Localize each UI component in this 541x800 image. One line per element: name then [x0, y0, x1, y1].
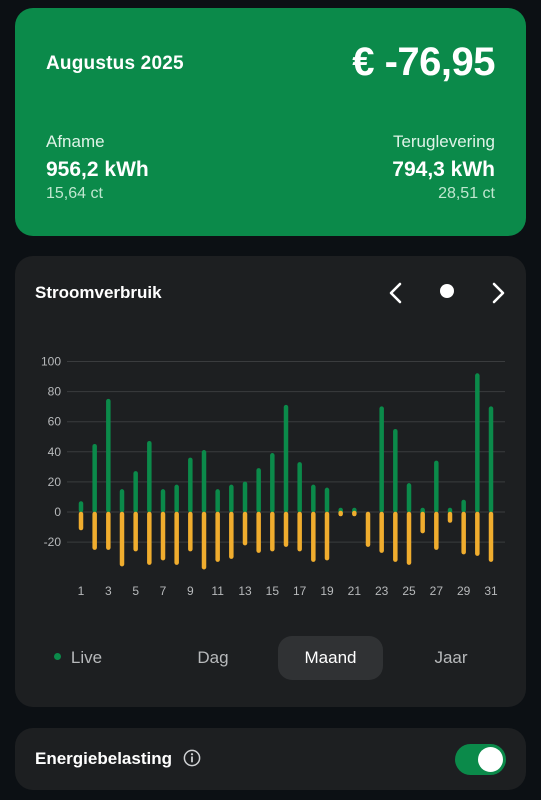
x-tick-label: 29 — [457, 584, 471, 598]
month-title: Augustus 2025 — [46, 53, 184, 74]
afname-price: 15,64 ct — [46, 185, 103, 202]
tab-jaar[interactable]: Jaar — [393, 636, 509, 680]
y-tick-label: 20 — [48, 475, 62, 489]
x-tick-label: 15 — [266, 584, 280, 598]
tab-live[interactable]: Live — [23, 636, 133, 680]
x-tick-label: 19 — [320, 584, 334, 598]
y-tick-label: -20 — [44, 535, 62, 549]
period-selector: Live Dag Maand Jaar — [15, 636, 526, 680]
tab-maand[interactable]: Maand — [278, 636, 383, 680]
y-tick-label: 40 — [48, 445, 62, 459]
y-tick-label: 100 — [41, 355, 61, 369]
x-tick-label: 27 — [430, 584, 444, 598]
teruglevering-label: Teruglevering — [392, 132, 495, 151]
x-tick-label: 9 — [187, 584, 194, 598]
x-tick-label: 17 — [293, 584, 307, 598]
energiebelasting-card: Energiebelasting — [15, 728, 526, 790]
toggle-knob — [478, 747, 503, 772]
afname-label: Afname — [46, 132, 105, 151]
y-tick-label: 0 — [54, 505, 61, 519]
x-tick-label: 31 — [484, 584, 498, 598]
tab-live-label: Live — [70, 648, 103, 667]
total-amount: € -76,95 — [352, 40, 495, 84]
x-tick-label: 13 — [238, 584, 252, 598]
live-indicator-dot — [53, 653, 61, 661]
stroomverbruik-card: Stroomverbruik 100 80 60 40 20 0 -20 1 3 5 7 9 11 13 1… — [15, 256, 526, 707]
teruglevering-value: 794,3 kWh — [392, 158, 495, 181]
teruglevering-price: 28,51 ct — [438, 185, 495, 202]
tab-maand-label: Maand — [304, 648, 357, 667]
tab-dag[interactable]: Dag — [155, 636, 271, 680]
month-summary-card: Augustus 2025 € -76,95 Afname 956,2 kWh … — [15, 8, 526, 236]
x-tick-label: 11 — [211, 584, 224, 598]
afname-value: 956,2 kWh — [46, 158, 149, 181]
x-tick-label: 25 — [402, 584, 416, 598]
y-tick-label: 80 — [48, 385, 62, 399]
x-tick-label: 23 — [375, 584, 389, 598]
tab-dag-label: Dag — [197, 648, 229, 667]
energiebelasting-label: Energiebelasting — [35, 749, 172, 768]
x-tick-label: 7 — [160, 584, 167, 598]
tab-jaar-label: Jaar — [434, 648, 468, 667]
energiebelasting-toggle[interactable] — [455, 744, 506, 775]
x-tick-label: 1 — [78, 584, 85, 598]
energy-bar-chart: 100806040200-201 3 5 7 9 11 13 15 17 19 21 23 25 27 29… — [41, 355, 505, 598]
y-tick-label: 60 — [48, 415, 62, 429]
x-tick-label: 5 — [132, 584, 139, 598]
x-tick-label: 3 — [105, 584, 112, 598]
x-tick-label: 21 — [348, 584, 362, 598]
info-icon[interactable] — [183, 749, 201, 772]
